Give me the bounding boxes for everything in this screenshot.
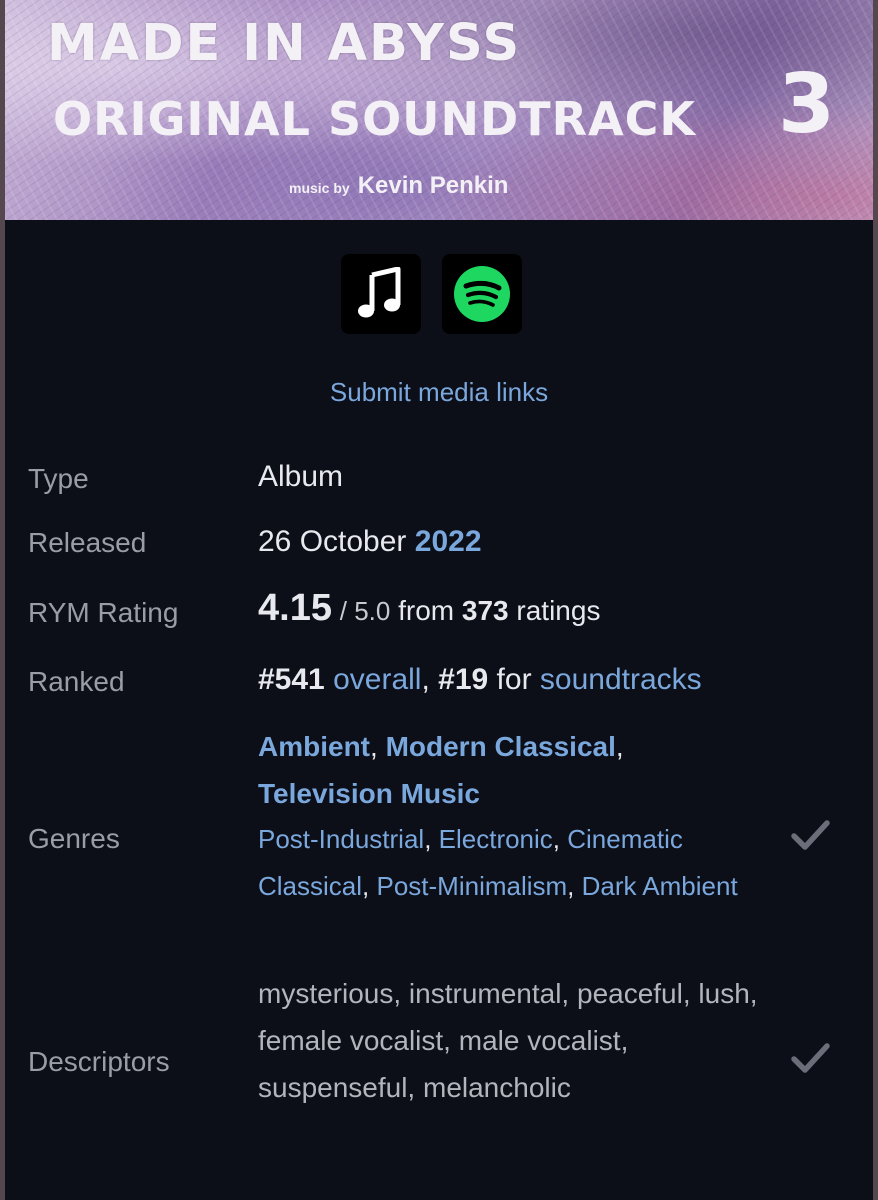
rank-genre: #19 xyxy=(438,663,489,696)
rank-genre-link[interactable]: soundtracks xyxy=(540,663,702,696)
rank-overall-link[interactable]: overall xyxy=(333,663,421,696)
secondary-genre-link[interactable]: Post-Minimalism xyxy=(376,871,567,901)
cover-credit: music by Kevin Penkin xyxy=(289,171,508,203)
apple-music-button[interactable] xyxy=(341,254,421,334)
primary-genres: Ambient, Modern Classical, Television Mus… xyxy=(258,731,624,809)
rank-for: for xyxy=(496,663,532,696)
secondary-genre-link[interactable]: Dark Ambient xyxy=(582,871,738,901)
ranked-value: #541 overall, #19 for soundtracks xyxy=(258,663,702,696)
cover-subtitle: ORIGINAL SOUNDTRACK xyxy=(53,92,697,146)
secondary-genre-link[interactable]: Post-Industrial xyxy=(258,824,424,854)
rating-value-row: 4.15 / 5.0 from 373 ratings xyxy=(258,587,601,629)
rating-from: from xyxy=(398,595,455,626)
cover-volume: 3 xyxy=(778,57,836,152)
released-year-link[interactable]: 2022 xyxy=(415,525,482,558)
genre-link[interactable]: Ambient xyxy=(258,731,370,762)
genre-link[interactable]: Modern Classical xyxy=(386,731,616,762)
rating-suffix: ratings xyxy=(516,595,601,626)
ranked-label: Ranked xyxy=(28,666,125,697)
cover-credit-prefix: music by xyxy=(289,180,350,196)
album-cover-art: MADE IN ABYSS ORIGINAL SOUNDTRACK 3 musi… xyxy=(5,0,873,220)
genres-label: Genres xyxy=(28,823,120,854)
secondary-genres: Post-Industrial, Electronic, Cinematic C… xyxy=(258,824,738,901)
album-page: MADE IN ABYSS ORIGINAL SOUNDTRACK 3 musi… xyxy=(5,0,873,1200)
type-value: Album xyxy=(258,460,344,493)
released-value: 26 October 2022 xyxy=(258,524,482,560)
rating-label: RYM Rating xyxy=(28,597,179,628)
descriptors-value: mysterious, instrumental, peaceful, lush… xyxy=(258,978,758,1103)
rank-overall: #541 xyxy=(258,663,325,696)
rating-average: 4.15 xyxy=(258,587,332,629)
type-label: Type xyxy=(28,463,89,494)
spotify-icon xyxy=(454,266,510,322)
submit-media-links-link[interactable]: Submit media links xyxy=(5,376,873,408)
cover-credit-name: Kevin Penkin xyxy=(357,172,509,199)
descriptors-vote-check-icon[interactable] xyxy=(790,1041,830,1075)
genres-vote-check-icon[interactable] xyxy=(790,818,830,852)
genre-link[interactable]: Television Music xyxy=(258,778,480,809)
cover-title: MADE IN ABYSS xyxy=(47,14,522,73)
rating-count: 373 xyxy=(461,595,509,626)
released-day-month: 26 October xyxy=(258,525,407,558)
descriptors-label: Descriptors xyxy=(28,1046,170,1077)
spotify-button[interactable] xyxy=(442,254,522,334)
rating-scale: / 5.0 xyxy=(339,596,391,626)
apple-music-icon xyxy=(358,267,401,318)
secondary-genre-link[interactable]: Electronic xyxy=(439,824,553,854)
released-label: Released xyxy=(28,527,147,558)
